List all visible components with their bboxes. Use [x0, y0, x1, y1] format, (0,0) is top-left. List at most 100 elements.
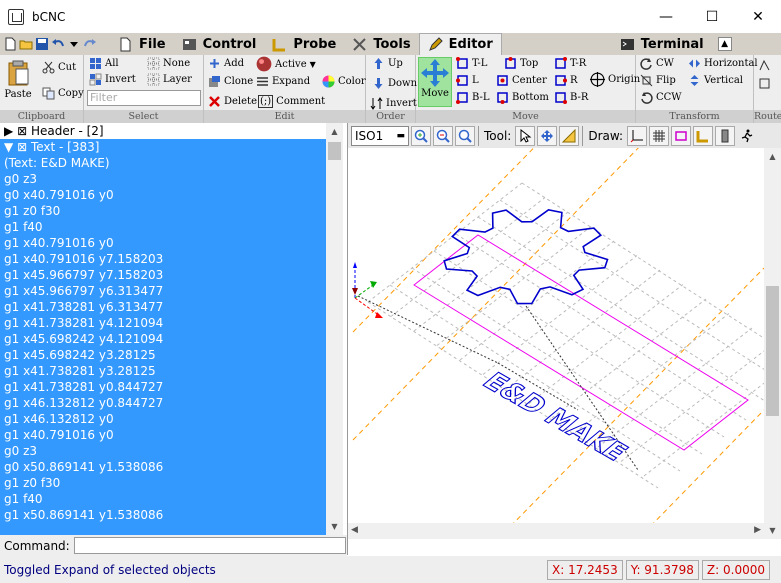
gcode-line[interactable]: g1 f40: [0, 219, 326, 235]
gcode-line[interactable]: g1 x41.738281 y3.28125: [0, 363, 326, 379]
close-button[interactable]: ✕: [735, 0, 781, 33]
select-none-button[interactable]: None: [147, 57, 190, 70]
open-folder-icon[interactable]: [19, 37, 33, 51]
gcode-line[interactable]: g1 x40.791016 y0: [0, 235, 326, 251]
move-center-button[interactable]: Center: [496, 74, 547, 87]
gcode-line[interactable]: g1 x41.738281 y0.844727: [0, 379, 326, 395]
save-icon[interactable]: [35, 37, 49, 51]
tab-file[interactable]: File: [110, 33, 174, 55]
redo-icon[interactable]: [83, 37, 97, 51]
draw-more-toggle[interactable]: [737, 126, 757, 146]
tab-control[interactable]: Control: [174, 33, 265, 55]
select-all-button[interactable]: All: [89, 57, 119, 70]
add-button[interactable]: Add: [208, 57, 244, 70]
expand-button[interactable]: Expand: [256, 75, 310, 88]
gcode-line[interactable]: (Text: E&D MAKE): [0, 155, 326, 171]
canvas-scroll-down-icon[interactable]: ▼: [764, 522, 781, 539]
paste-button[interactable]: Paste: [4, 59, 32, 100]
move-button[interactable]: Move: [418, 57, 452, 107]
pan-tool-button[interactable]: [537, 125, 558, 146]
tree-text-block[interactable]: ▼ ⊠ Text - [383]: [0, 139, 326, 155]
zoom-in-button[interactable]: [411, 125, 431, 146]
cut-button[interactable]: Cut: [42, 61, 76, 74]
filter-input[interactable]: Filter: [87, 90, 201, 106]
comment-button[interactable]: (;) Comment: [258, 95, 325, 108]
move-l-button[interactable]: L: [456, 74, 479, 87]
draw-margin-toggle[interactable]: [671, 125, 692, 146]
scroll-up-icon[interactable]: ▲: [326, 123, 343, 140]
draw-axes-toggle[interactable]: [627, 125, 648, 146]
gcode-line[interactable]: g1 x40.791016 y7.158203: [0, 251, 326, 267]
select-invert-button[interactable]: Invert: [89, 73, 136, 86]
canvas-scroll-up-icon[interactable]: ▲: [764, 148, 781, 165]
gcode-line[interactable]: g0 z3: [0, 443, 326, 459]
tree-header-block[interactable]: ▶ ⊠ Header - [2]: [0, 123, 326, 139]
draw-workarea-toggle[interactable]: [715, 125, 736, 146]
scroll-down-icon[interactable]: ▼: [326, 518, 343, 535]
tab-editor[interactable]: Editor: [418, 33, 502, 55]
route-second-icon[interactable]: [758, 77, 771, 90]
gcode-scrollbar[interactable]: ▲ ▼: [326, 123, 343, 535]
scroll-thumb[interactable]: [328, 142, 341, 160]
zoom-out-button[interactable]: [433, 125, 453, 146]
move-br-button[interactable]: B-R: [554, 91, 588, 104]
copy-button[interactable]: Copy: [42, 87, 84, 100]
collapse-ribbon-icon[interactable]: ▲: [717, 37, 732, 51]
move-down-button[interactable]: Down: [372, 77, 417, 90]
move-tr-button[interactable]: T-R: [554, 57, 586, 70]
zoom-fit-button[interactable]: [455, 125, 475, 146]
gcode-line[interactable]: g1 x41.738281 y6.313477: [0, 299, 326, 315]
gcode-line[interactable]: g1 x46.132812 y0: [0, 411, 326, 427]
flip-button[interactable]: Flip: [640, 74, 676, 87]
select-tool-button[interactable]: [515, 125, 536, 146]
move-up-button[interactable]: Up: [372, 57, 403, 70]
select-layer-button[interactable]: Layer: [147, 73, 192, 86]
view-select[interactable]: ISO1 ▬: [351, 125, 409, 146]
gcode-line[interactable]: g0 x40.791016 y0: [0, 187, 326, 203]
scroll-right-icon[interactable]: ▶: [754, 525, 761, 535]
gcode-line[interactable]: g0 x50.869141 y1.538086: [0, 459, 326, 475]
enabled-checkbox-icon[interactable]: ⊠: [17, 140, 27, 154]
gcode-line[interactable]: g0 z3: [0, 171, 326, 187]
clone-button[interactable]: Clone: [208, 75, 253, 88]
color-button[interactable]: Color: [322, 75, 366, 88]
scroll-left-icon[interactable]: ◀: [351, 525, 358, 535]
ruler-tool-button[interactable]: [559, 125, 580, 146]
gcode-line[interactable]: g1 z0 f30: [0, 203, 326, 219]
canvas-hscrollbar[interactable]: ◀ ▶: [348, 523, 764, 539]
rotate-cw-button[interactable]: CW: [640, 57, 674, 70]
order-invert-button[interactable]: Invert: [370, 97, 417, 110]
gcode-line[interactable]: g1 x41.738281 y4.121094: [0, 315, 326, 331]
maximize-button[interactable]: ☐: [689, 0, 735, 33]
rotate-ccw-button[interactable]: CCW: [640, 91, 682, 104]
gcode-line[interactable]: g1 z0 f30: [0, 475, 326, 491]
route-icon[interactable]: [758, 59, 771, 72]
move-bottom-button[interactable]: Bottom: [496, 91, 549, 104]
gcode-line[interactable]: g1 x46.132812 y0.844727: [0, 395, 326, 411]
gcode-line[interactable]: g1 x50.869141 y1.538086: [0, 507, 326, 523]
draw-grid-toggle[interactable]: [649, 125, 670, 146]
undo-icon[interactable]: [51, 37, 65, 51]
move-tl-button[interactable]: T-L: [456, 57, 487, 70]
canvas-vscrollbar[interactable]: ▲ ▼: [764, 148, 781, 539]
move-origin-button[interactable]: Origin: [590, 72, 640, 87]
gcode-line[interactable]: g1 x45.966797 y6.313477: [0, 283, 326, 299]
gcode-line[interactable]: g1 x45.698242 y4.121094: [0, 331, 326, 347]
gcode-line[interactable]: g1 x45.698242 y3.28125: [0, 347, 326, 363]
enabled-checkbox-icon[interactable]: ⊠: [17, 124, 27, 138]
minimize-button[interactable]: —: [643, 0, 689, 33]
delete-button[interactable]: Delete: [208, 95, 257, 108]
new-file-icon[interactable]: [3, 37, 17, 51]
gcode-line[interactable]: g1 x40.791016 y0: [0, 427, 326, 443]
expand-triangle-icon[interactable]: ▶: [4, 124, 13, 138]
move-top-button[interactable]: Top: [504, 57, 538, 70]
canvas-scroll-thumb[interactable]: [766, 286, 779, 416]
move-r-button[interactable]: R: [554, 74, 578, 87]
undo-dropdown-icon[interactable]: [67, 37, 81, 51]
mirror-vertical-button[interactable]: Vertical: [688, 74, 743, 87]
collapse-triangle-icon[interactable]: ▼: [4, 140, 13, 154]
active-dropdown[interactable]: Active ▼: [256, 56, 316, 72]
gcode-listbox[interactable]: ▶ ⊠ Header - [2] ▼ ⊠ Text - [383] (Text:…: [0, 123, 326, 535]
gcode-line[interactable]: g1 f40: [0, 491, 326, 507]
draw-probe-toggle[interactable]: [693, 125, 714, 146]
